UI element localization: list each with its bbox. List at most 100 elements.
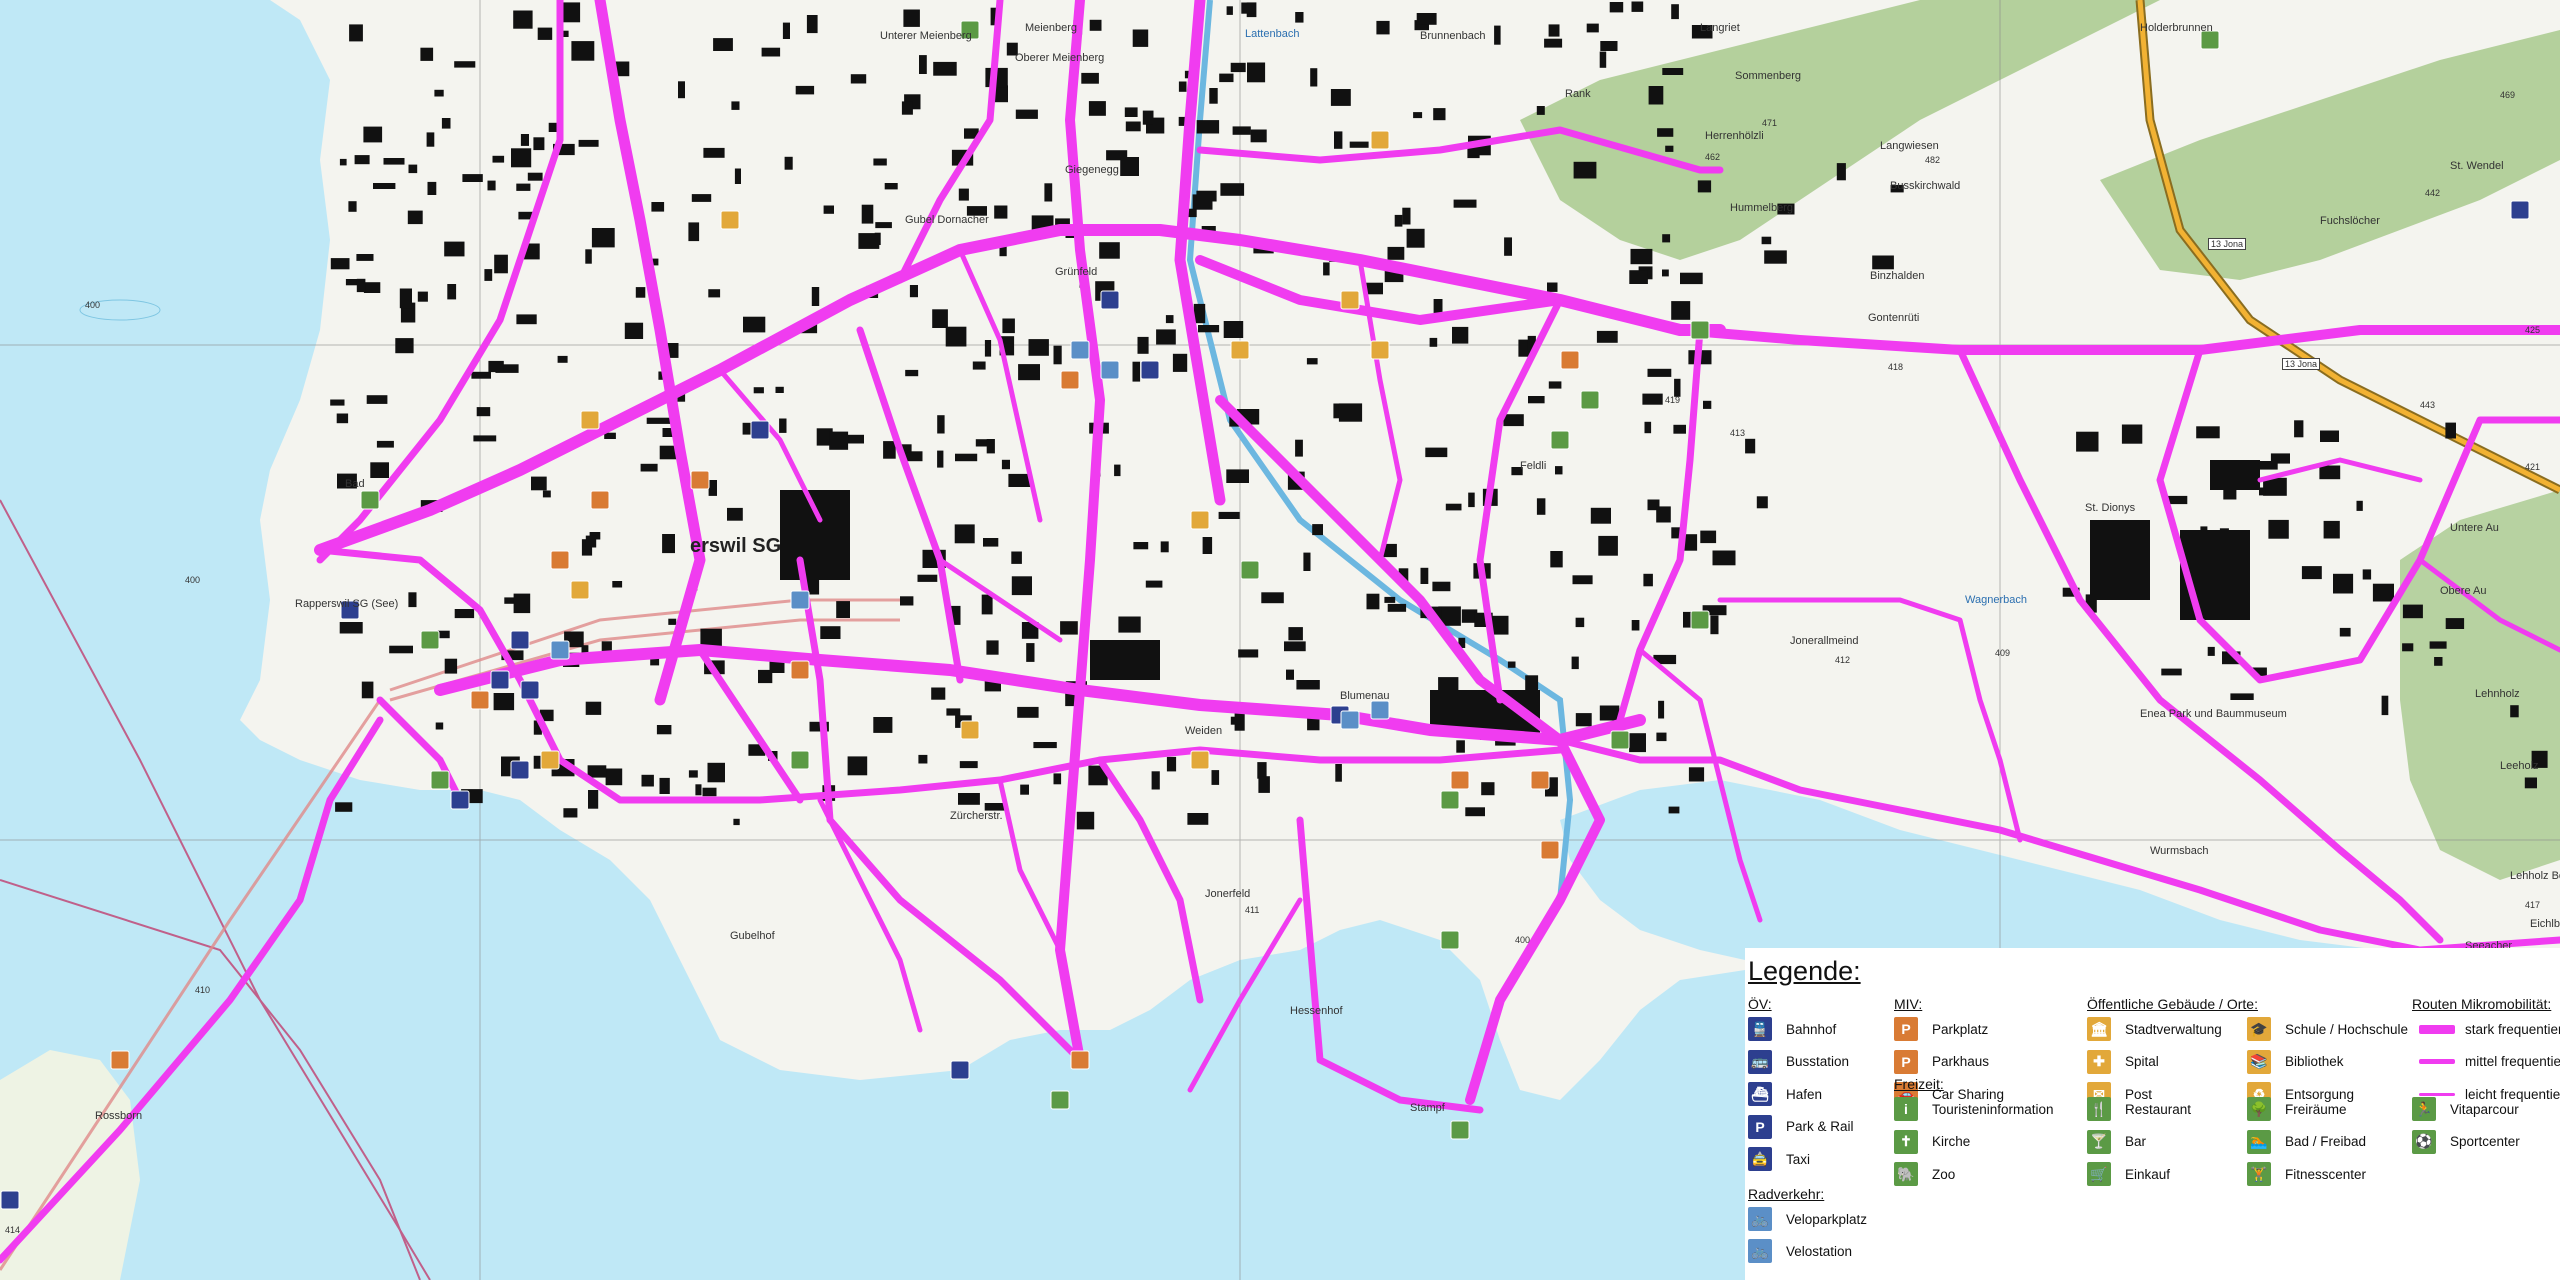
ov-poi-marker[interactable]	[950, 1060, 970, 1080]
frei-poi-marker[interactable]	[360, 490, 380, 510]
frei-poi-marker[interactable]	[430, 770, 450, 790]
geb-poi-marker[interactable]	[570, 580, 590, 600]
building	[1536, 106, 1545, 115]
zoo-icon: 🐘	[1894, 1162, 1918, 1186]
frei-poi-marker[interactable]	[1580, 390, 1600, 410]
geb-poi-marker[interactable]	[1370, 130, 1390, 150]
elevation-label: 409	[1995, 648, 2011, 658]
ov-poi-marker[interactable]	[750, 420, 770, 440]
frei-poi-marker[interactable]	[1550, 430, 1570, 450]
miv-poi-marker[interactable]	[1540, 840, 1560, 860]
building	[2268, 519, 2289, 539]
building	[1548, 381, 1562, 389]
building	[1142, 110, 1154, 125]
miv-poi-marker[interactable]	[470, 690, 490, 710]
rad-poi-marker[interactable]	[1370, 700, 1390, 720]
building	[917, 574, 938, 582]
building	[513, 593, 531, 614]
building	[1166, 756, 1177, 772]
geb-poi-marker[interactable]	[1340, 290, 1360, 310]
ov-poi-marker[interactable]	[1100, 290, 1120, 310]
building	[1504, 237, 1512, 256]
geb-poi-marker[interactable]	[960, 720, 980, 740]
building	[588, 790, 599, 809]
ov-poi-marker[interactable]	[450, 790, 470, 810]
frei-poi-marker[interactable]	[1690, 610, 1710, 630]
miv-poi-marker[interactable]	[690, 470, 710, 490]
frei-poi-marker[interactable]	[790, 750, 810, 770]
building	[513, 10, 533, 29]
frei-poi-marker[interactable]	[1440, 790, 1460, 810]
miv-poi-marker[interactable]	[110, 1050, 130, 1070]
building	[2327, 525, 2336, 537]
building	[918, 754, 928, 764]
building	[1406, 228, 1425, 248]
geb-poi-marker[interactable]	[1190, 510, 1210, 530]
rad-poi-marker[interactable]	[550, 640, 570, 660]
building	[1643, 573, 1653, 587]
geb-poi-marker[interactable]	[580, 410, 600, 430]
building	[1507, 661, 1516, 668]
miv-poi-marker[interactable]	[1530, 770, 1550, 790]
geb-poi-marker[interactable]	[540, 750, 560, 770]
miv-poi-marker[interactable]	[550, 550, 570, 570]
frei-poi-marker[interactable]	[420, 630, 440, 650]
building	[1712, 550, 1736, 566]
frei-poi-marker[interactable]	[1240, 560, 1260, 580]
building	[1232, 126, 1251, 135]
ov-poi-marker[interactable]	[510, 630, 530, 650]
frei-poi-marker[interactable]	[1610, 730, 1630, 750]
building	[1673, 424, 1686, 434]
geb-poi-marker[interactable]	[1370, 340, 1390, 360]
building	[1218, 511, 1240, 519]
building	[484, 269, 493, 281]
building	[356, 278, 366, 293]
geb-poi-marker[interactable]	[1230, 340, 1250, 360]
rad-poi-marker[interactable]	[1070, 340, 1090, 360]
building	[1688, 767, 1705, 782]
miv-poi-marker[interactable]	[590, 490, 610, 510]
legend-item-label: Touristeninformation	[1932, 1101, 2054, 1117]
building	[2524, 777, 2537, 789]
ov-poi-marker[interactable]	[0, 1190, 20, 1210]
ov-poi-marker[interactable]	[510, 760, 530, 780]
rad-poi-marker[interactable]	[790, 590, 810, 610]
building	[937, 415, 945, 434]
elevation-label: 421	[2525, 462, 2541, 472]
building	[1600, 41, 1618, 51]
miv-poi-marker[interactable]	[1450, 770, 1470, 790]
miv-poi-marker[interactable]	[1070, 1050, 1090, 1070]
miv-poi-marker[interactable]	[1560, 350, 1580, 370]
frei-poi-marker[interactable]	[1690, 320, 1710, 340]
geb-poi-marker[interactable]	[720, 210, 740, 230]
rad-poi-marker[interactable]	[1100, 360, 1120, 380]
building	[1230, 716, 1241, 725]
place-label: Oberer Meienberg	[1015, 52, 1105, 64]
frei-poi-marker[interactable]	[1450, 1120, 1470, 1140]
rad-poi-marker[interactable]	[1340, 710, 1360, 730]
building	[1648, 86, 1664, 105]
legend-item-label: Velostation	[1786, 1243, 1853, 1259]
ov-poi-marker[interactable]	[2510, 200, 2530, 220]
ov-poi-marker[interactable]	[490, 670, 510, 690]
building	[1295, 12, 1304, 23]
miv-poi-marker[interactable]	[790, 660, 810, 680]
building	[1657, 128, 1674, 137]
legend-title: Legende:	[1748, 956, 1861, 986]
building	[1453, 199, 1477, 208]
building	[1544, 38, 1563, 48]
building	[1247, 62, 1266, 83]
ov-poi-marker[interactable]	[1140, 360, 1160, 380]
legend-routen-title: Routen Mikromobilität:	[2412, 996, 2552, 1012]
miv-poi-marker[interactable]	[1060, 370, 1080, 390]
building	[820, 626, 841, 639]
building	[1662, 269, 1669, 277]
geb-poi-marker[interactable]	[1190, 750, 1210, 770]
frei-poi-marker[interactable]	[1050, 1090, 1070, 1110]
ov-poi-marker[interactable]	[520, 680, 540, 700]
frei-poi-marker[interactable]	[1440, 930, 1460, 950]
building	[823, 205, 834, 214]
building	[900, 596, 914, 606]
building	[1402, 207, 1411, 225]
place-label: Leeholz	[2500, 760, 2539, 772]
